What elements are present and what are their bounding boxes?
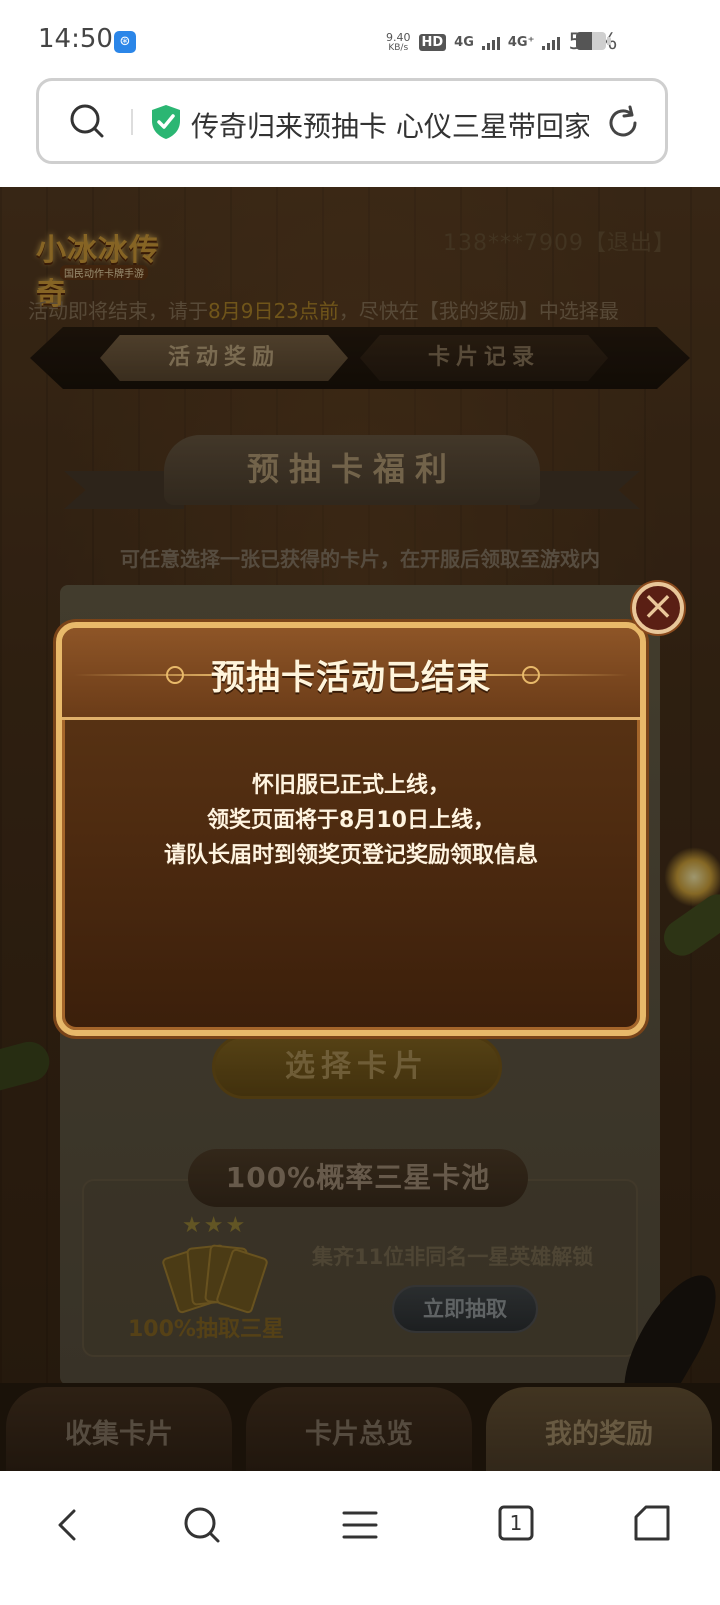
signal-bars-icon xyxy=(481,36,500,50)
browser-bottom-nav: 1 xyxy=(0,1471,720,1605)
address-bar[interactable]: 传奇归来预抽卡 心仪三星带回家 xyxy=(36,78,668,164)
menu-icon[interactable] xyxy=(336,1501,384,1549)
dialog-message: 怀旧服已正式上线， 领奖页面将于8月10日上线， 请队长届时到领奖页登记奖励领取… xyxy=(62,768,640,873)
back-icon[interactable] xyxy=(44,1501,92,1549)
address-divider xyxy=(131,109,133,135)
status-time: 14:50 xyxy=(38,24,113,54)
refresh-icon[interactable] xyxy=(603,103,643,143)
close-icon[interactable]: × xyxy=(632,582,684,634)
search-icon-nav[interactable] xyxy=(178,1501,226,1549)
network-speed-value: 9.40 xyxy=(386,30,411,44)
dialog-line-3: 请队长届时到领奖页登记奖励领取信息 xyxy=(163,843,538,868)
network-4g-plus-icon: 4G⁺ xyxy=(507,35,535,50)
tabs-count: 1 xyxy=(509,1511,523,1535)
browser-app-icon: ⊛ xyxy=(114,31,136,53)
dialog-line-1: 怀旧服已正式上线， xyxy=(251,773,450,798)
network-speed-unit: KB/s xyxy=(388,42,409,53)
network-speed: 9.40 KB/s xyxy=(386,32,411,54)
security-shield-icon xyxy=(152,105,180,139)
battery-tip xyxy=(607,37,611,45)
home-icon[interactable] xyxy=(630,1501,678,1549)
status-bar: 14:50 ⊛ 9.40 KB/s HD 4G 4G⁺ 53% xyxy=(0,0,720,80)
search-icon[interactable] xyxy=(69,103,105,139)
battery-icon xyxy=(576,32,606,50)
tabs-button[interactable]: 1 xyxy=(494,1501,542,1549)
page-title[interactable]: 传奇归来预抽卡 心仪三星带回家 xyxy=(191,105,589,141)
dialog-title: 预抽卡活动已结束 xyxy=(211,658,491,698)
activity-ended-dialog: 预抽卡活动已结束 怀旧服已正式上线， 领奖页面将于8月10日上线， 请队长届时到… xyxy=(56,622,646,1036)
hd-icon: HD xyxy=(418,34,447,51)
battery-fill xyxy=(576,32,592,50)
dialog-line-2: 领奖页面将于8月10日上线， xyxy=(207,808,495,833)
dialog-header: 预抽卡活动已结束 xyxy=(62,628,640,720)
signal-bars-icon-2 xyxy=(542,36,561,50)
network-4g-icon: 4G xyxy=(454,35,474,50)
